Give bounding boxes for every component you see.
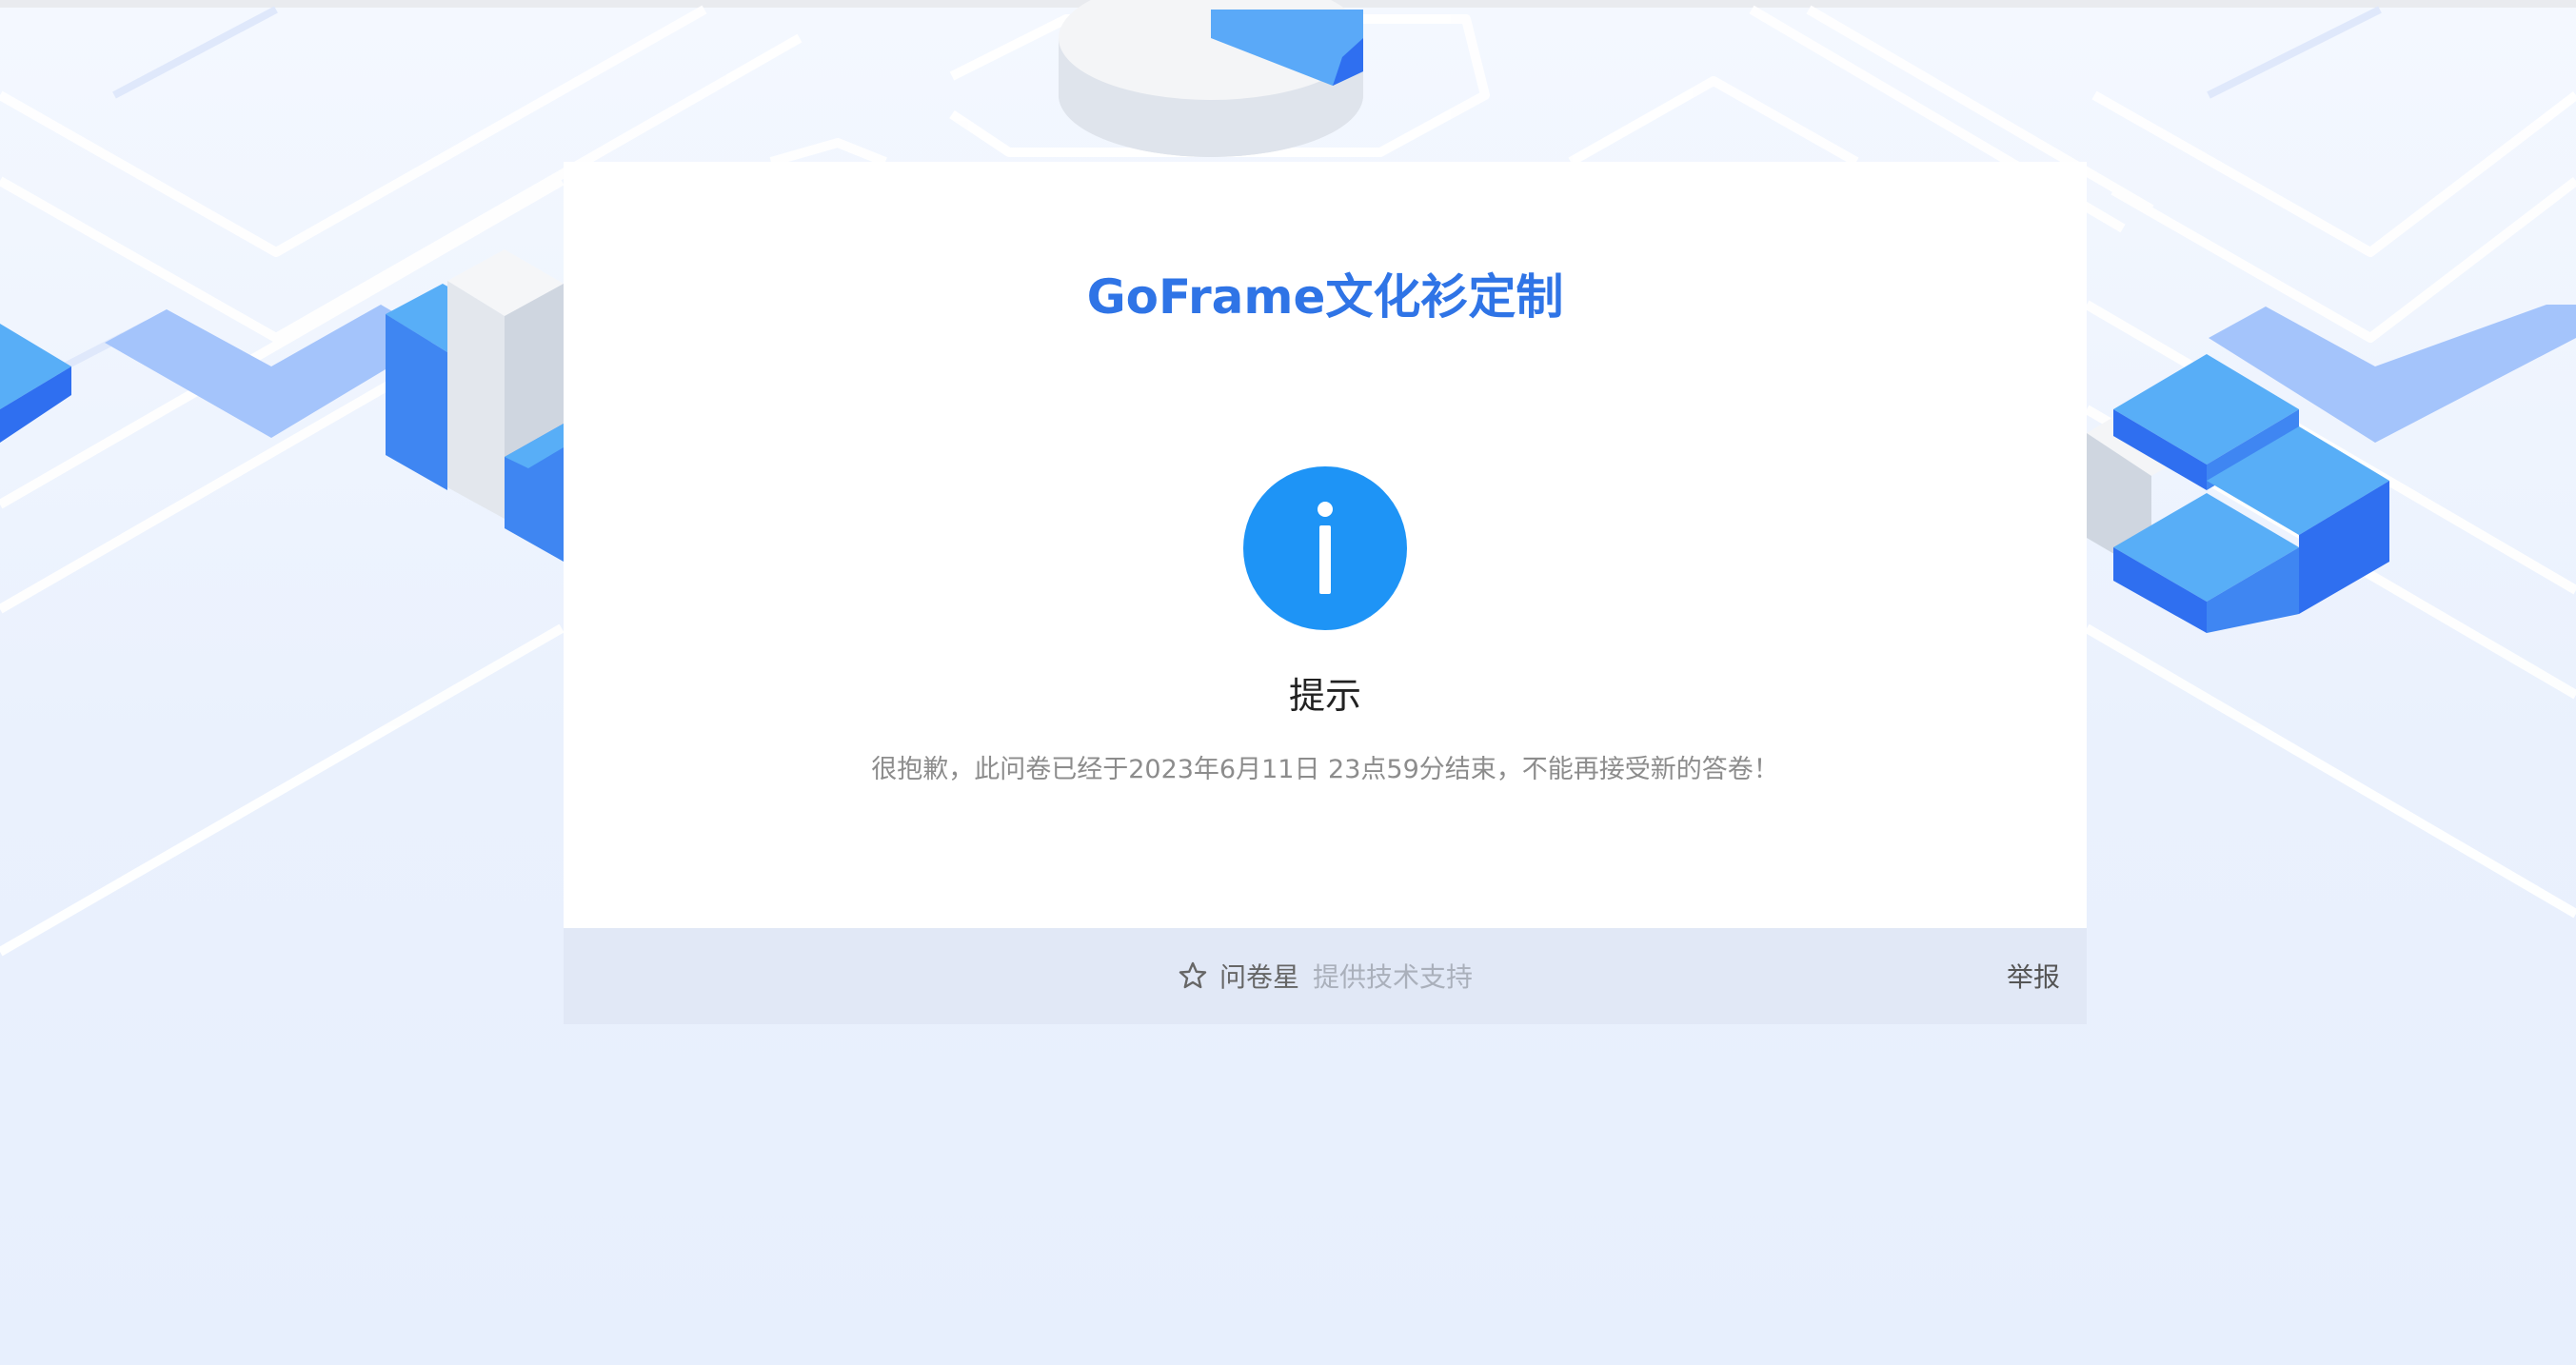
page: GoFrame文化衫定制 提示 很抱歉，此问卷已经于2023年6月11日 23点… <box>0 0 2576 1365</box>
info-circle-icon <box>1243 466 1407 630</box>
brand-credit[interactable]: 问卷星 提供技术支持 <box>1178 957 1473 995</box>
brand-name: 问卷星 <box>1219 961 1300 993</box>
brand-support-text: 提供技术支持 <box>1313 961 1474 993</box>
notice-message: 很抱歉，此问卷已经于2023年6月11日 23点59分结束，不能再接受新的答卷！ <box>871 755 1779 784</box>
report-link[interactable]: 举报 <box>2007 957 2060 995</box>
notice-card: GoFrame文化衫定制 提示 很抱歉，此问卷已经于2023年6月11日 23点… <box>564 162 2087 928</box>
survey-title: GoFrame文化衫定制 <box>1086 269 1564 325</box>
footer-bar: 问卷星 提供技术支持 举报 <box>564 928 2087 1024</box>
notice-heading: 提示 <box>1288 675 1361 717</box>
star-outline-icon <box>1179 961 1207 989</box>
